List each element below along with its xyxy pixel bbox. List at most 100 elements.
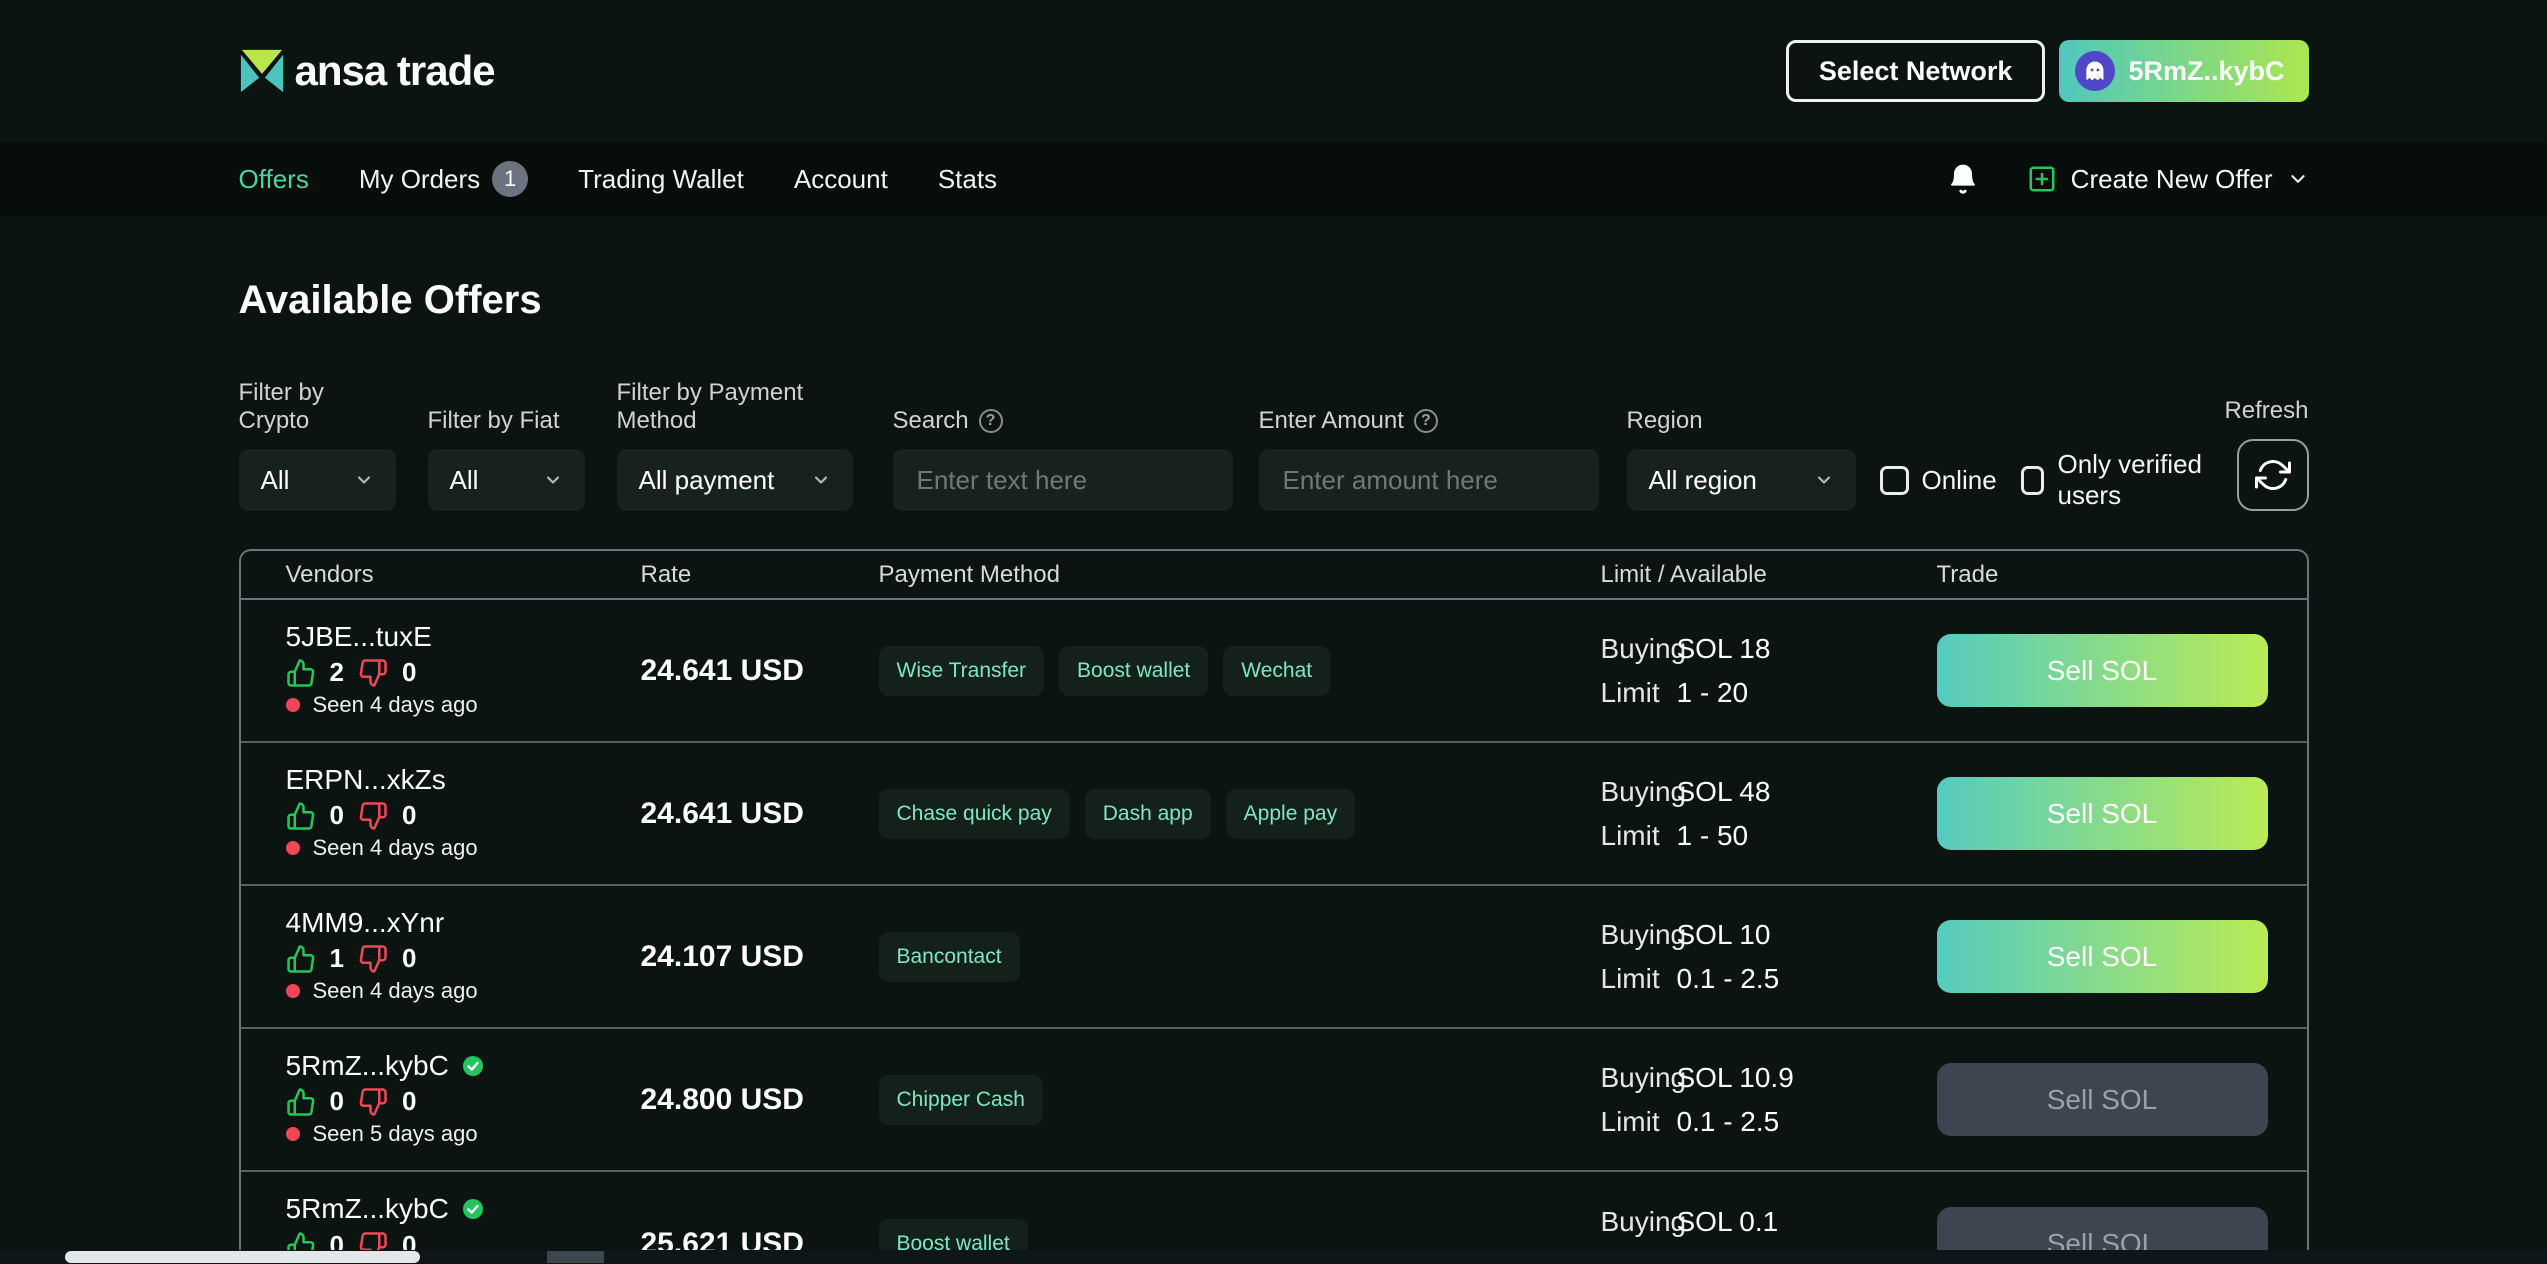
page-title: Available Offers (239, 278, 2309, 323)
search-input[interactable] (893, 449, 1233, 511)
buying-label: Buying (1601, 1062, 1677, 1094)
payment-method-tag: Apple pay (1226, 789, 1355, 839)
buying-label: Buying (1601, 919, 1677, 951)
online-label: Online (1922, 465, 1997, 496)
online-checkbox[interactable] (1880, 466, 1909, 495)
filter-crypto-select[interactable]: All (239, 449, 396, 511)
limit-value: 0.1 - 2.5 (1677, 1106, 1780, 1138)
thumbs-down-icon (358, 801, 388, 831)
rate-value: 24.641 USD (641, 600, 879, 741)
rate-value: 24.800 USD (641, 1029, 879, 1170)
bell-icon[interactable] (1947, 163, 1979, 195)
plus-square-icon (2027, 164, 2057, 194)
buying-value: SOL 0.1 (1677, 1206, 1779, 1238)
last-seen-text: Seen 4 days ago (313, 978, 478, 1004)
buying-label: Buying (1601, 776, 1677, 808)
nav-item-account[interactable]: Account (794, 164, 888, 195)
brand-logo[interactable]: ansa trade (239, 47, 495, 95)
vendor-name[interactable]: 5RmZ...kybC (286, 1193, 449, 1225)
horizontal-scrollbar-fragment (547, 1251, 604, 1263)
filter-fiat-label: Filter by Fiat (428, 407, 585, 435)
sell-sol-button[interactable]: Sell SOL (1937, 777, 2268, 850)
thumbs-down-icon (358, 658, 388, 688)
payment-method-tag: Chipper Cash (879, 1075, 1043, 1125)
filter-payment-select[interactable]: All payment (617, 449, 853, 511)
buying-label: Buying (1601, 1206, 1677, 1238)
upvote-count: 0 (330, 800, 344, 831)
top-header: ansa trade Select Network 5RmZ..kybC (0, 0, 2547, 142)
limit-value: 0.1 - 2.5 (1677, 963, 1780, 995)
column-vendors: Vendors (286, 561, 641, 589)
sell-sol-button-disabled: Sell SOL (1937, 1063, 2268, 1136)
upvote-count: 2 (330, 657, 344, 688)
downvote-count: 0 (402, 657, 416, 688)
vendor-name[interactable]: 5JBE...tuxE (286, 621, 432, 653)
verified-filter: Only verified users (2021, 449, 2225, 511)
nav-bar: Offers My Orders 1 Trading Wallet Accoun… (0, 142, 2547, 216)
thumbs-up-icon (286, 658, 316, 688)
select-network-button[interactable]: Select Network (1786, 40, 2046, 102)
thumbs-up-icon (286, 1087, 316, 1117)
sell-sol-button[interactable]: Sell SOL (1937, 920, 2268, 993)
column-limit-available: Limit / Available (1601, 561, 1937, 589)
payment-method-tag: Bancontact (879, 932, 1020, 982)
nav-item-my-orders[interactable]: My Orders 1 (359, 161, 528, 197)
vendor-name[interactable]: 4MM9...xYnr (286, 907, 445, 939)
nav-item-trading-wallet[interactable]: Trading Wallet (578, 164, 744, 195)
only-verified-users-checkbox[interactable] (2021, 466, 2045, 495)
limit-value: 1 - 50 (1677, 820, 1749, 852)
column-trade: Trade (1937, 561, 2264, 589)
refresh-button[interactable] (2237, 439, 2309, 511)
thumbs-up-icon (286, 944, 316, 974)
buying-value: SOL 10 (1677, 919, 1771, 951)
table-row: 5JBE...tuxE 2 0 Seen 4 days ago 24.641 U… (241, 600, 2307, 743)
payment-method-tag: Wechat (1223, 646, 1330, 696)
red-dot-icon (286, 984, 300, 998)
chevron-down-icon (2287, 168, 2309, 190)
region-select[interactable]: All region (1627, 449, 1856, 511)
chevron-down-icon (1814, 470, 1834, 490)
buying-value: SOL 18 (1677, 633, 1771, 665)
filters-bar: Filter by Crypto All Filter by Fiat All … (239, 379, 2309, 511)
amount-input[interactable] (1259, 449, 1599, 511)
limit-label: Limit (1601, 677, 1677, 709)
search-label: Search ? (893, 407, 1233, 435)
wallet-button[interactable]: 5RmZ..kybC (2059, 40, 2308, 102)
thumbs-up-icon (286, 801, 316, 831)
downvote-count: 0 (402, 943, 416, 974)
last-seen-text: Seen 4 days ago (313, 835, 478, 861)
payment-method-tag: Boost wallet (1059, 646, 1208, 696)
nav-item-stats[interactable]: Stats (938, 164, 997, 195)
wallet-address: 5RmZ..kybC (2128, 56, 2284, 87)
table-header: Vendors Rate Payment Method Limit / Avai… (241, 551, 2307, 600)
upvote-count: 1 (330, 943, 344, 974)
chevron-down-icon (543, 470, 563, 490)
table-row: 4MM9...xYnr 1 0 Seen 4 days ago 24.107 U… (241, 886, 2307, 1029)
upvote-count: 0 (330, 1086, 344, 1117)
limit-label: Limit (1601, 963, 1677, 995)
vendor-name[interactable]: 5RmZ...kybC (286, 1050, 449, 1082)
phantom-ghost-icon (2075, 51, 2115, 91)
table-row: ERPN...xkZs 0 0 Seen 4 days ago 24.641 U… (241, 743, 2307, 886)
rate-value: 24.641 USD (641, 743, 879, 884)
red-dot-icon (286, 698, 300, 712)
filter-payment-label: Filter by Payment Method (617, 379, 853, 435)
thumbs-down-icon (358, 1087, 388, 1117)
red-dot-icon (286, 1127, 300, 1141)
nav-item-offers[interactable]: Offers (239, 164, 309, 195)
create-new-offer-button[interactable]: Create New Offer (2027, 164, 2309, 195)
check-circle-icon (461, 1054, 485, 1078)
chevron-down-icon (811, 470, 831, 490)
payment-method-tag: Dash app (1085, 789, 1211, 839)
column-payment-method: Payment Method (879, 561, 1601, 589)
horizontal-scrollbar-thumb[interactable] (65, 1251, 420, 1263)
limit-value: 1 - 20 (1677, 677, 1749, 709)
sell-sol-button[interactable]: Sell SOL (1937, 634, 2268, 707)
my-orders-count-badge: 1 (492, 161, 528, 197)
payment-method-tag: Chase quick pay (879, 789, 1070, 839)
vendor-name[interactable]: ERPN...xkZs (286, 764, 446, 796)
filter-fiat-select[interactable]: All (428, 449, 585, 511)
horizontal-scrollbar[interactable] (0, 1250, 2547, 1264)
payment-method-tag: Wise Transfer (879, 646, 1045, 696)
envelope-triangles-logo-icon (239, 48, 285, 94)
